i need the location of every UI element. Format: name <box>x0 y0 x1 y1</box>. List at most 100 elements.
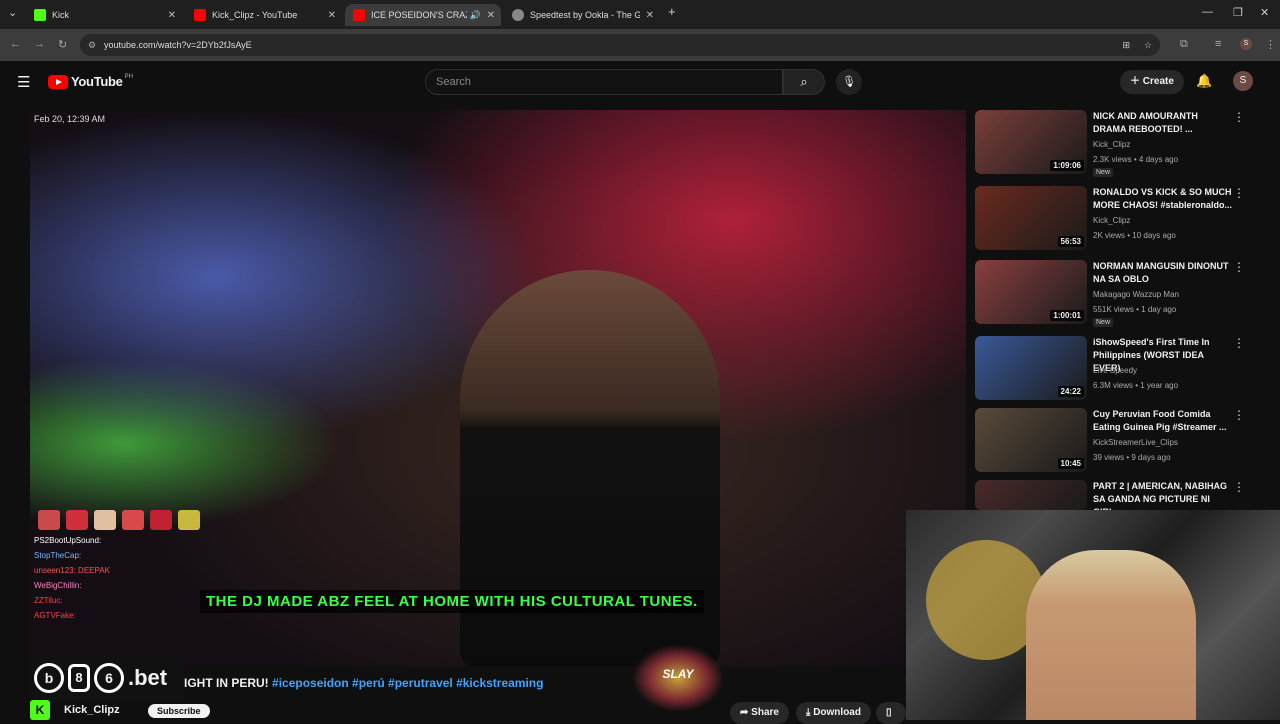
subscribe-button[interactable]: Subscribe <box>148 704 210 718</box>
share-icon: ➦ <box>740 707 752 718</box>
youtube-play-icon <box>48 74 68 89</box>
search-button[interactable]: ⌕ <box>783 69 825 95</box>
chat-message: WeBigChillin: <box>34 581 82 590</box>
video-hashtags[interactable]: #iceposeidon #perú #perutravel #kickstre… <box>272 676 543 690</box>
streamer-webcam-overlay <box>906 510 1280 720</box>
reload-icon[interactable]: ↻ <box>58 38 67 51</box>
voice-search-button[interactable]: 🎙 <box>836 69 862 95</box>
webcam-person <box>1026 550 1196 720</box>
youtube-logo[interactable]: YouTube PH <box>48 74 133 89</box>
tab-label: ICE POSEIDON'S CRAZY NI <box>371 10 467 20</box>
more-actions-icon[interactable]: ⋮ <box>1233 336 1245 350</box>
download-button[interactable]: ⤓ Download <box>796 702 871 724</box>
recommended-video[interactable]: 1:00:01 NORMAN MANGUSIN DINONUT NA SA OBL… <box>975 260 1265 327</box>
video-title-text: IGHT IN PERU! <box>184 676 269 690</box>
account-avatar[interactable]: S <box>1233 71 1253 91</box>
youtube-header: ☰ YouTube PH Search ⌕ 🎙 ＋ Create 🔔 S <box>0 61 1280 105</box>
duration-badge: 24:22 <box>1057 386 1084 397</box>
address-bar-row: ← → ↻ ⚙ youtube.com/watch?v=2DYb2fJsAyE … <box>0 29 1280 61</box>
speaker-icon[interactable]: 🔊 <box>470 10 481 21</box>
minimize-icon[interactable]: — <box>1202 6 1213 18</box>
video-thumbnail[interactable]: 1:00:01 <box>975 260 1087 324</box>
url-text: youtube.com/watch?v=2DYb2fJsAyE <box>104 40 252 50</box>
more-actions-icon[interactable]: ⋮ <box>1233 260 1245 274</box>
back-icon[interactable]: ← <box>10 38 21 50</box>
share-button[interactable]: ➦ Share <box>730 702 789 724</box>
video-thumbnail[interactable] <box>975 480 1087 510</box>
duration-badge: 1:00:01 <box>1050 310 1084 321</box>
search-input[interactable]: Search <box>425 69 783 95</box>
close-tab-icon[interactable]: ✕ <box>328 10 336 21</box>
download-label: Download <box>813 707 861 718</box>
channel-name[interactable]: Kick_Clipz <box>64 704 120 716</box>
bet-sponsor-logo: b 8 6 .bet <box>30 656 184 700</box>
channel-name[interactable]: KickStreamerLive_Clips <box>1093 438 1178 447</box>
channel-name[interactable]: Kick_Clipz <box>1093 216 1130 225</box>
tab-ice-poseidon-video[interactable]: ICE POSEIDON'S CRAZY NI 🔊 ✕ <box>345 4 501 26</box>
profile-avatar-icon[interactable]: S <box>1240 38 1252 50</box>
new-tab-button[interactable]: + <box>668 4 676 19</box>
notifications-bell-icon[interactable]: 🔔 <box>1196 73 1212 89</box>
create-label: Create <box>1142 76 1174 87</box>
kick-favicon-icon <box>34 9 46 21</box>
channel-row: K Kick_Clipz <box>30 700 120 720</box>
close-tab-icon[interactable]: ✕ <box>646 10 654 21</box>
search-icon: ⌕ <box>800 74 808 89</box>
recommended-video[interactable]: 24:22 iShowSpeed's First Time In Philippi… <box>975 336 1265 402</box>
stream-chat-overlay: PS2BootUpSound: StopTheCap: unseen123: DEE… <box>30 510 200 620</box>
tab-label: Kick_Clipz - YouTube <box>212 10 298 20</box>
forward-icon[interactable]: → <box>34 38 45 50</box>
save-button[interactable]: ▯ <box>876 702 906 724</box>
duration-badge: 10:45 <box>1057 458 1084 469</box>
more-actions-icon[interactable]: ⋮ <box>1233 186 1245 200</box>
media-controls-icon[interactable]: ≡ <box>1215 38 1221 50</box>
channel-name[interactable]: Makagago Wazzup Man <box>1093 290 1179 299</box>
video-thumbnail[interactable]: 24:22 <box>975 336 1087 400</box>
video-title[interactable]: NICK AND AMOURANTH DRAMA REBOOTED! ... <box>1093 110 1233 136</box>
emote-icon <box>66 510 88 530</box>
channel-name[interactable]: Kick_Clipz <box>1093 140 1130 149</box>
video-title[interactable]: RONALDO VS KICK & SO MUCH MORE CHAOS! #s… <box>1093 186 1233 212</box>
video-thumbnail[interactable]: 56:53 <box>975 186 1087 250</box>
close-window-icon[interactable]: ✕ <box>1260 6 1269 19</box>
tab-kick-clipz-youtube[interactable]: Kick_Clipz - YouTube ✕ <box>186 4 342 26</box>
more-actions-icon[interactable]: ⋮ <box>1233 408 1245 422</box>
duration-badge: 1:09:06 <box>1050 160 1084 171</box>
recommended-video[interactable]: 56:53 RONALDO VS KICK & SO MUCH MORE CHAO… <box>975 186 1265 252</box>
install-icon[interactable]: ⊞ <box>1122 34 1130 56</box>
close-tab-icon[interactable]: ✕ <box>168 10 176 21</box>
tab-search-chevron-icon[interactable]: ⌄ <box>8 6 17 19</box>
close-tab-icon[interactable]: ✕ <box>487 10 495 21</box>
browser-menu-icon[interactable]: ⋮ <box>1265 38 1276 51</box>
emote-icon <box>178 510 200 530</box>
microphone-icon: 🎙 <box>842 76 856 88</box>
create-button[interactable]: ＋ Create <box>1120 70 1184 94</box>
recommended-video[interactable]: 10:45 Cuy Peruvian Food Comida Eating Gui… <box>975 408 1265 474</box>
more-actions-icon[interactable]: ⋮ <box>1233 110 1245 124</box>
kick-channel-avatar[interactable]: K <box>30 700 50 720</box>
hamburger-menu-icon[interactable]: ☰ <box>17 73 30 91</box>
video-thumbnail[interactable]: 1:09:06 <box>975 110 1087 174</box>
chat-message: AGTVFake: <box>34 611 76 620</box>
video-title[interactable]: NORMAN MANGUSIN DINONUT NA SA OBLO <box>1093 260 1233 286</box>
logo-text: YouTube <box>71 74 123 89</box>
recommended-video[interactable]: 1:09:06 NICK AND AMOURANTH DRAMA REBOOTED… <box>975 110 1265 177</box>
view-meta: 2.3K views • 4 days ago <box>1093 155 1179 164</box>
maximize-icon[interactable]: ❐ <box>1233 6 1243 19</box>
chat-message: PS2BootUpSound: <box>34 536 102 545</box>
tab-speedtest[interactable]: Speedtest by Ookla - The Glob ✕ <box>504 4 660 26</box>
video-title[interactable]: Cuy Peruvian Food Comida Eating Guinea P… <box>1093 408 1233 434</box>
graffiti-logo: SLAY <box>632 644 724 712</box>
site-info-icon[interactable]: ⚙ <box>88 34 96 56</box>
tab-kick[interactable]: Kick ✕ <box>26 4 182 26</box>
video-thumbnail[interactable]: 10:45 <box>975 408 1087 472</box>
emote-icon <box>94 510 116 530</box>
more-actions-icon[interactable]: ⋮ <box>1233 480 1245 494</box>
channel-name[interactable]: Live Speedy <box>1093 366 1137 375</box>
bookmark-star-icon[interactable]: ☆ <box>1144 34 1152 56</box>
url-field[interactable]: ⚙ youtube.com/watch?v=2DYb2fJsAyE ⊞ ☆ <box>80 34 1160 56</box>
view-meta: 6.3M views • 1 year ago <box>1093 381 1179 390</box>
duration-badge: 56:53 <box>1057 236 1084 247</box>
extensions-icon[interactable]: ⧉ <box>1180 38 1188 51</box>
chat-message: unseen123: DEEPAK <box>34 566 110 575</box>
